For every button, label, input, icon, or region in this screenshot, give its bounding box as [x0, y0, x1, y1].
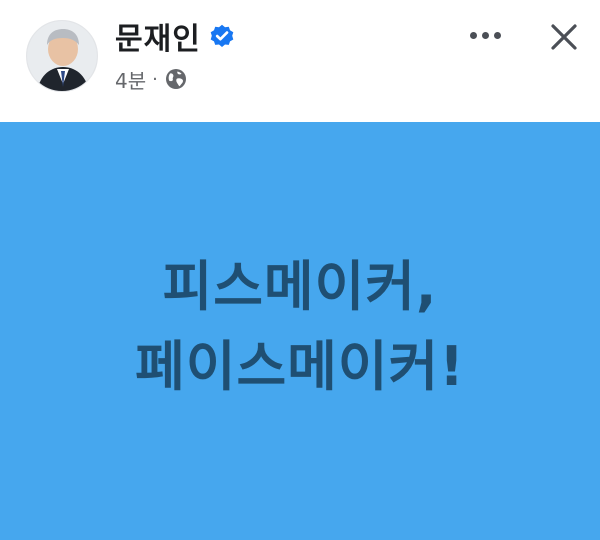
- meta-separator: ·: [152, 68, 158, 90]
- avatar-portrait-image: [27, 21, 97, 91]
- avatar[interactable]: [26, 20, 98, 92]
- more-dot: [493, 31, 501, 39]
- verified-badge-icon: [209, 23, 235, 49]
- author-name[interactable]: 문재인: [115, 14, 201, 58]
- post-text: 피스메이커, 페이스메이커!: [135, 247, 465, 407]
- post-header: 문재인 4분 ·: [0, 0, 600, 120]
- facebook-post-view: 문재인 4분 · 피스메이커, 페이스메이커!: [0, 0, 600, 540]
- close-icon[interactable]: [545, 18, 583, 56]
- post-background-card: 피스메이커, 페이스메이커!: [0, 122, 600, 540]
- author-row: 문재인: [115, 14, 235, 58]
- post-text-line-2: 페이스메이커!: [135, 335, 465, 398]
- post-text-line-1: 피스메이커,: [162, 255, 438, 318]
- globe-icon[interactable]: [164, 67, 188, 91]
- more-dot: [481, 31, 489, 39]
- post-time[interactable]: 4분: [115, 65, 146, 94]
- post-meta: 4분 ·: [115, 64, 188, 94]
- more-dot: [469, 31, 477, 39]
- more-options-icon[interactable]: [458, 20, 512, 50]
